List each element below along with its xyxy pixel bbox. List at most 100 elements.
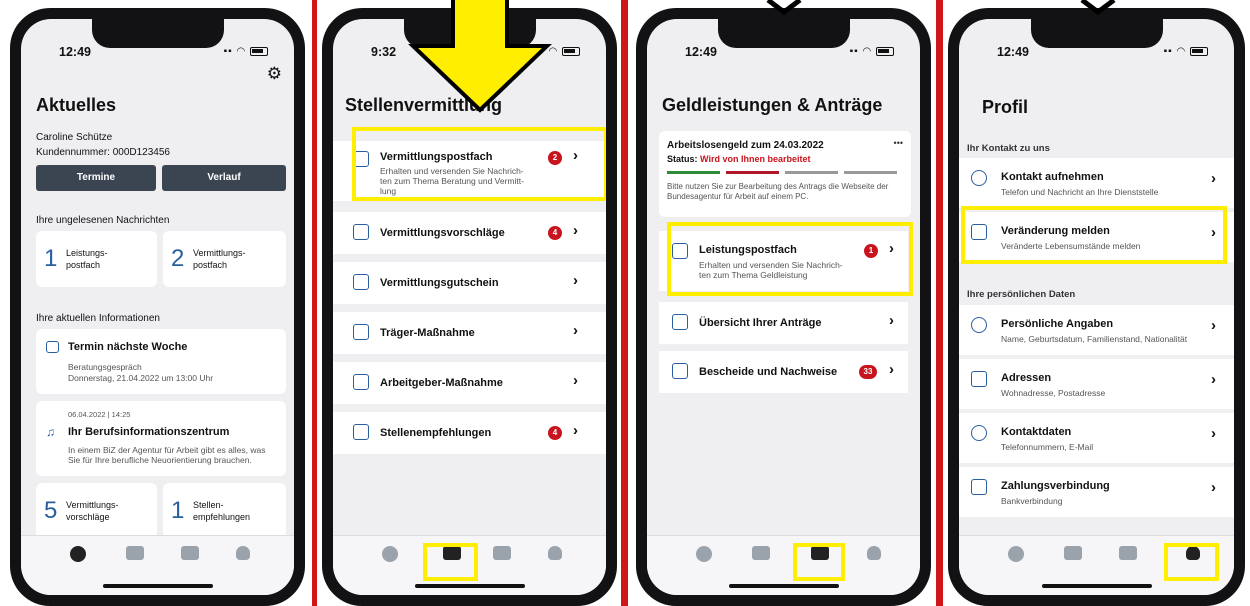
list-item[interactable]: Vermittlungsvorschläge 4 › bbox=[333, 212, 606, 254]
tab-profile-icon[interactable] bbox=[548, 546, 562, 560]
chevron-right-icon: › bbox=[1211, 170, 1216, 187]
list-item[interactable]: Stellenempfehlungen 4 › bbox=[333, 412, 606, 454]
tab-briefcase-icon[interactable] bbox=[443, 546, 461, 560]
list-item[interactable]: Bescheide und Nachweise 33 › bbox=[659, 351, 908, 393]
list-item-sub: Erhalten und versenden Sie Nachrich- ten… bbox=[380, 166, 524, 196]
alg-status-label: Status: bbox=[667, 154, 698, 164]
notch bbox=[717, 19, 850, 48]
home-indicator bbox=[414, 584, 525, 588]
battery-icon bbox=[1190, 46, 1208, 56]
tab-home-icon[interactable] bbox=[70, 546, 86, 562]
contact-phone-icon bbox=[971, 425, 987, 441]
unread-count: 2 bbox=[171, 245, 185, 272]
unread-vermittlungspostfach[interactable]: 2 Vermittlungs- postfach bbox=[163, 231, 286, 287]
alg-status-value: Wird von Ihnen bearbeitet bbox=[700, 154, 811, 164]
more-icon[interactable]: ••• bbox=[894, 138, 903, 148]
tab-home-icon[interactable] bbox=[696, 546, 712, 562]
list-item[interactable]: Kontaktdaten Telefonnummern, E-Mail › bbox=[959, 413, 1234, 463]
alg-card[interactable]: Arbeitslosengeld zum 24.03.2022 ••• Stat… bbox=[659, 131, 911, 217]
arrow-tip-icon bbox=[766, 0, 802, 16]
tab-profile-icon[interactable] bbox=[236, 546, 250, 560]
status-icons: ▪▪ ◠ bbox=[224, 46, 268, 57]
list-item-sub: Bankverbindung bbox=[1001, 496, 1063, 506]
tab-profile-icon[interactable] bbox=[867, 546, 881, 560]
biz-date: 06.04.2022 | 14:25 bbox=[68, 410, 131, 419]
status-icons: ▪▪ ◠ bbox=[1164, 46, 1208, 57]
tab-money-icon[interactable] bbox=[181, 546, 199, 560]
tab-money-icon[interactable] bbox=[493, 546, 511, 560]
list-item-label: Träger-Maßnahme bbox=[380, 327, 475, 339]
list-item[interactable]: Persönliche Angaben Name, Geburtsdatum, … bbox=[959, 305, 1234, 355]
tab-money-icon[interactable] bbox=[1119, 546, 1137, 560]
list-item[interactable]: Adressen Wohnadresse, Postadresse › bbox=[959, 359, 1234, 409]
arrow-tip-icon bbox=[1080, 0, 1116, 16]
document-icon bbox=[353, 324, 369, 340]
tab-briefcase-icon[interactable] bbox=[126, 546, 144, 560]
bell-icon: ♫ bbox=[46, 425, 55, 439]
list-item[interactable]: Leistungspostfach Erhalten und versenden… bbox=[659, 231, 908, 291]
calendar-icon bbox=[46, 341, 59, 353]
unread-leistungspostfach[interactable]: 1 Leistungs- postfach bbox=[36, 231, 157, 287]
list-item-label: Adressen bbox=[1001, 372, 1052, 384]
tile-count: 5 bbox=[44, 497, 58, 524]
tab-bar bbox=[333, 535, 606, 595]
list-item[interactable]: Arbeitgeber-Maßnahme › bbox=[333, 362, 606, 404]
list-item-label: Übersicht Ihrer Anträge bbox=[699, 317, 822, 329]
list-item-sub: Wohnadresse, Postadresse bbox=[1001, 388, 1106, 398]
overview-icon bbox=[672, 314, 688, 330]
gear-icon[interactable]: ⚙ bbox=[267, 64, 282, 84]
screen-aktuelles: 12:49 ▪▪ ◠ ⚙ Aktuelles Caroline Schütze … bbox=[21, 19, 294, 595]
alg-title: Arbeitslosengeld zum 24.03.2022 bbox=[667, 140, 824, 151]
list-item[interactable]: Vermittlungsgutschein › bbox=[333, 262, 606, 304]
chevron-right-icon: › bbox=[1211, 317, 1216, 334]
tile-vermittlungsvorschlaege[interactable]: 5 Vermittlungs- vorschläge bbox=[36, 483, 157, 539]
list-item-label: Persönliche Angaben bbox=[1001, 318, 1114, 330]
unread-label: Leistungs- postfach bbox=[66, 248, 108, 270]
termine-button[interactable]: Termine bbox=[36, 165, 156, 191]
tab-profile-icon[interactable] bbox=[1186, 546, 1200, 560]
tab-money-icon[interactable] bbox=[811, 546, 829, 560]
list-item[interactable]: Zahlungsverbindung Bankverbindung › bbox=[959, 467, 1234, 517]
list-item-label: Kontaktdaten bbox=[1001, 426, 1072, 438]
tile-stellenempfehlungen[interactable]: 1 Stellen- empfehlungen bbox=[163, 483, 286, 539]
unread-badge: 4 bbox=[548, 226, 562, 240]
list-item[interactable]: Übersicht Ihrer Anträge › bbox=[659, 302, 908, 344]
list-item-label: Leistungspostfach bbox=[699, 244, 797, 256]
suggestions-icon bbox=[353, 224, 369, 240]
verlauf-button[interactable]: Verlauf bbox=[162, 165, 286, 191]
tab-home-icon[interactable] bbox=[382, 546, 398, 562]
list-item[interactable]: Träger-Maßnahme › bbox=[333, 312, 606, 354]
list-item[interactable]: Vermittlungspostfach Erhalten und versen… bbox=[333, 141, 606, 201]
list-item[interactable]: Kontakt aufnehmen Telefon und Nachricht … bbox=[959, 158, 1234, 208]
unread-badge: 33 bbox=[859, 365, 877, 379]
home-indicator bbox=[728, 584, 839, 588]
chevron-right-icon: › bbox=[573, 372, 578, 389]
chevron-right-icon: › bbox=[573, 422, 578, 439]
termin-card[interactable]: Termin nächste Woche Beratungsgespräch D… bbox=[36, 329, 286, 394]
house-icon bbox=[971, 371, 987, 387]
tab-briefcase-icon[interactable] bbox=[1064, 546, 1082, 560]
tab-briefcase-icon[interactable] bbox=[752, 546, 770, 560]
list-item-label: Vermittlungsgutschein bbox=[380, 277, 499, 289]
customer-number: Kundennummer: 000D123456 bbox=[36, 147, 170, 158]
person-icon bbox=[971, 317, 987, 333]
list-item-label: Bescheide und Nachweise bbox=[699, 366, 838, 378]
phone-geldleistungen: 12:49 ▪▪ ◠ Geldleistungen & Anträge Arbe… bbox=[636, 8, 931, 606]
chevron-right-icon: › bbox=[573, 222, 578, 239]
euro-icon bbox=[971, 479, 987, 495]
list-item[interactable]: Veränderung melden Veränderte Lebensumst… bbox=[959, 212, 1234, 262]
status-icons: ▪▪ ◠ bbox=[850, 46, 894, 57]
list-item-sub: Erhalten und versenden Sie Nachrich- ten… bbox=[699, 260, 843, 280]
chevron-right-icon: › bbox=[573, 322, 578, 339]
notch bbox=[91, 19, 224, 48]
phone-aktuelles: 12:49 ▪▪ ◠ ⚙ Aktuelles Caroline Schütze … bbox=[10, 8, 305, 606]
info-heading: Ihre aktuellen Informationen bbox=[36, 313, 160, 324]
tab-home-icon[interactable] bbox=[1008, 546, 1024, 562]
tile-count: 1 bbox=[171, 497, 185, 524]
chevron-right-icon: › bbox=[1211, 479, 1216, 496]
progress-step-4 bbox=[844, 171, 897, 174]
tab-bar bbox=[959, 535, 1234, 595]
progress-step-1 bbox=[667, 171, 720, 174]
biz-card[interactable]: 06.04.2022 | 14:25 ♫ Ihr Berufsinformati… bbox=[36, 401, 286, 476]
edit-icon bbox=[971, 224, 987, 240]
